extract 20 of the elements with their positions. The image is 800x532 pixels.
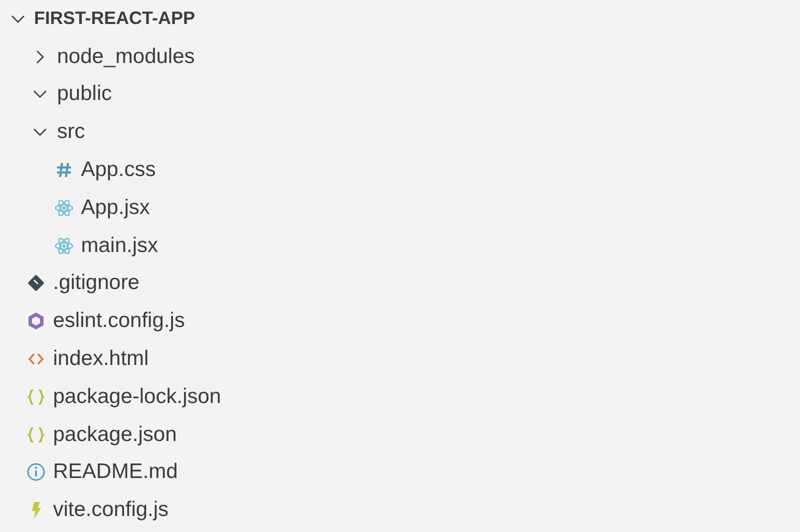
file-item[interactable]: App.css	[0, 151, 156, 189]
atom-icon	[54, 236, 74, 256]
folder-item[interactable]: node_modules	[0, 38, 195, 76]
atom-icon	[54, 198, 74, 218]
folder-item[interactable]: src	[0, 113, 85, 152]
info-icon	[26, 462, 46, 482]
folder-item[interactable]: FIRST-REACT-APP	[0, 0, 196, 38]
file-item[interactable]: package.json	[0, 416, 177, 454]
folder-item[interactable]: public	[0, 76, 112, 114]
braces-icon	[26, 386, 46, 407]
file-item[interactable]: package-lock.json	[0, 378, 222, 416]
file-item[interactable]: App.jsx	[0, 188, 150, 227]
braces-icon	[26, 424, 46, 445]
file-item[interactable]: main.jsx	[0, 226, 158, 265]
file-item[interactable]: vite.config.js	[0, 491, 169, 530]
file-item[interactable]: index.html	[0, 340, 149, 378]
hexagon-icon	[26, 311, 46, 332]
file-item[interactable]: .gitignore	[0, 264, 140, 302]
file-item[interactable]: README.md	[0, 454, 178, 492]
file-item[interactable]: eslint.config.js	[0, 302, 185, 340]
